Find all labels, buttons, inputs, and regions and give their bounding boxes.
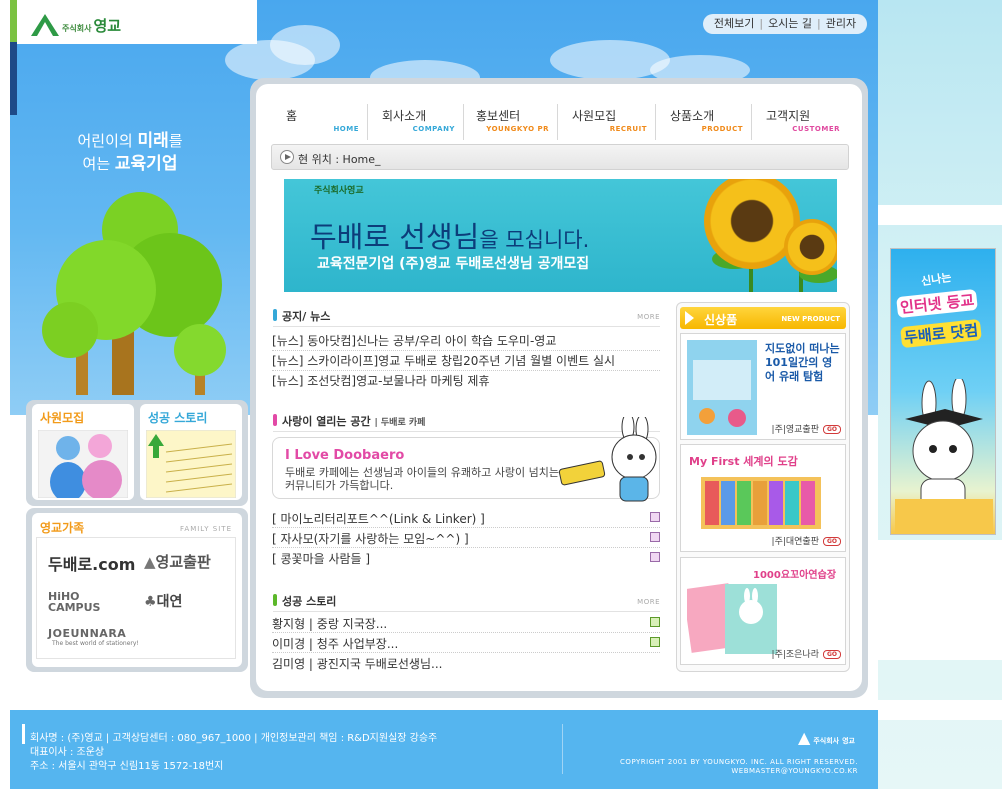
top-link-admin[interactable]: 관리자	[826, 17, 856, 30]
recruit-title: 사원모집	[40, 411, 85, 425]
go-button[interactable]: GO	[823, 650, 841, 659]
ad-line1: 신나는	[920, 270, 953, 289]
banner-logo: 주식회사영교	[314, 186, 364, 196]
banner-title: 두배로 선생님을 모십니다.	[310, 220, 590, 254]
cafe-title: 사랑이 열리는 공간 | 두배로 카페	[282, 415, 426, 428]
product-card[interactable]: 1000요꼬아연습장 |주|조은나라 GO	[680, 557, 846, 665]
cafe-link[interactable]: [ 콩꽃마을 사람들 ]	[272, 550, 370, 567]
product-publisher: |주|영교출판	[771, 425, 819, 435]
family-youngkyo-pub[interactable]: ▲영교출판	[144, 551, 211, 572]
success-story-box[interactable]: 성공 스토리	[140, 404, 242, 500]
family-daeyeon[interactable]: ♣대연	[144, 591, 182, 611]
recruit-banner[interactable]: 주식회사영교 두배로 선생님을 모십니다. 교육전문기업 (주)영교 두배로선생…	[284, 179, 837, 292]
success-arrow-icon[interactable]	[650, 637, 660, 647]
news-item[interactable]: [뉴스] 동아닷컴]신나는 공부/우리 아이 학습 도우미-영교	[272, 332, 556, 349]
cafe-box-title: I Love Doobaero	[285, 448, 405, 463]
book-set-icon	[701, 477, 821, 529]
product-publisher: |주|대연출판	[771, 537, 819, 547]
product-card[interactable]: 지도없이 떠나는 101일간의 영어 유래 탐험 |주|영교출판 GO	[680, 333, 846, 440]
go-button[interactable]: GO	[823, 425, 841, 434]
cafe-box-desc: 두배로 카페에는 선생님과 아이들의 유쾌하고 사랑이 넘치는 커뮤니티가 가득…	[285, 466, 559, 492]
product-desc: My First 세계의 도감	[689, 455, 798, 468]
logo-small-text: 주식회사	[62, 24, 92, 33]
success-item[interactable]: 이미경 | 청주 사업부장...	[272, 635, 398, 652]
cafe-link[interactable]: [ 마이노리터리포트^^(Link & Linker) ]	[272, 510, 485, 527]
top-link-sitemap[interactable]: 전체보기	[714, 17, 754, 30]
breadcrumb-label: 현 위치 : Home_	[298, 153, 381, 166]
top-links: 전체보기 | 오시는 길 | 관리자	[703, 14, 867, 34]
nav-home[interactable]: 홈 HOME	[274, 104, 368, 140]
family-en-label: FAMILY SITE	[180, 525, 232, 533]
cafe-link-arrow-icon[interactable]	[650, 532, 660, 542]
nav-product[interactable]: 상품소개 PRODUCT	[656, 104, 752, 140]
nav-company[interactable]: 회사소개 COMPANY	[368, 104, 464, 140]
news-item[interactable]: [뉴스] 스카이라이프]영교 두배로 창립20주년 기념 월별 이벤트 실시	[272, 352, 615, 369]
footer-logo: ▲ 주식회사 영교	[798, 728, 855, 747]
go-button[interactable]: GO	[823, 537, 841, 546]
ad-line2: 인터넷 등교	[896, 288, 979, 319]
family-joeunnara-tagline: The best world of stationery!	[52, 640, 139, 647]
product-publisher: |주|조은나라	[771, 650, 819, 660]
new-product-header: 신상품 NEW PRODUCT	[680, 307, 846, 329]
ad-line3: 두배로 닷컴	[900, 318, 983, 349]
product-desc: 지도없이 떠나는 101일간의 영어 유래 탐험	[765, 342, 840, 383]
logo-main-text: 영교	[93, 17, 122, 35]
success-more-button[interactable]: MORE	[637, 598, 660, 606]
success-item[interactable]: 황지형 | 중랑 지국장...	[272, 615, 387, 632]
success-item[interactable]: 김미영 | 광진지국 두배로선생님...	[272, 655, 442, 672]
breadcrumb: 현 위치 : Home_	[271, 144, 849, 170]
play-icon	[280, 150, 294, 164]
doobaero-ad-banner[interactable]: 신나는 인터넷 등교 두배로 닷컴	[890, 248, 996, 535]
trees-illustration	[42, 192, 226, 395]
family-doobaero[interactable]: 두배로.com	[48, 551, 135, 575]
news-header: 공지/ 뉴스 MORE	[273, 305, 660, 327]
news-more-button[interactable]: MORE	[637, 313, 660, 321]
family-title: 영교가족	[40, 521, 85, 535]
footer-copyright: COPYRIGHT 2001 BY YOUNGKYO. INC. ALL RIG…	[620, 758, 858, 775]
product-card[interactable]: My First 세계의 도감 |주|대연출판 GO	[680, 444, 846, 552]
news-item[interactable]: [뉴스] 조선닷컴]영교-보물나라 마케팅 제휴	[272, 372, 490, 389]
nav-customer[interactable]: 고객지원 CUSTOMER	[752, 104, 848, 140]
top-link-directions[interactable]: 오시는 길	[768, 17, 812, 30]
rabbit-graduate-icon	[895, 379, 993, 534]
people-icon	[38, 430, 128, 498]
success-arrow-icon[interactable]	[650, 617, 660, 627]
tree-logo-icon	[31, 14, 59, 36]
nav-pr[interactable]: 홍보센터 YOUNGKYO PR	[464, 104, 558, 140]
success-header: 성공 스토리 MORE	[273, 590, 660, 612]
site-logo[interactable]: 주식회사 영교	[28, 10, 158, 40]
family-hiho[interactable]: HiHO CAMPUS	[48, 591, 108, 613]
slogan: 어린이의 미래를 여는 교육기업	[77, 131, 183, 174]
cafe-link[interactable]: [ 자사모(자기를 사랑하는 모임~^^) ]	[272, 530, 469, 547]
new-product-title: 신상품	[704, 313, 738, 327]
sunflower-small	[784, 219, 837, 275]
recruit-box[interactable]: 사원모집	[32, 404, 134, 500]
notepad-icon	[146, 430, 236, 498]
book-cover-icon	[687, 340, 757, 435]
notebook-icon	[687, 583, 777, 654]
new-product-en: NEW PRODUCT	[781, 315, 840, 323]
nav-recruit[interactable]: 사원모집 RECRUIT	[558, 104, 656, 140]
footer: 회사명 : (주)영교 | 고객상담센터 : 080_967_1000 | 개인…	[10, 710, 878, 789]
news-title: 공지/ 뉴스	[282, 310, 331, 323]
cafe-link-arrow-icon[interactable]	[650, 552, 660, 562]
success-story-title: 성공 스토리	[148, 411, 208, 425]
family-site-box: 영교가족 FAMILY SITE 두배로.com ▲영교출판 HiHO CAMP…	[32, 513, 242, 667]
cafe-link-arrow-icon[interactable]	[650, 512, 660, 522]
left-green-accent	[10, 0, 17, 42]
rabbit-telescope-icon	[558, 417, 657, 502]
arrow-icon	[685, 311, 694, 325]
footer-info: 회사명 : (주)영교 | 고객상담센터 : 080_967_1000 | 개인…	[30, 733, 438, 772]
family-joeunnara[interactable]: JOEUNNARA	[48, 627, 126, 640]
banner-subtitle: 교육전문기업 (주)영교 두배로선생님 공개모집	[317, 256, 590, 272]
success-title: 성공 스토리	[282, 595, 337, 608]
